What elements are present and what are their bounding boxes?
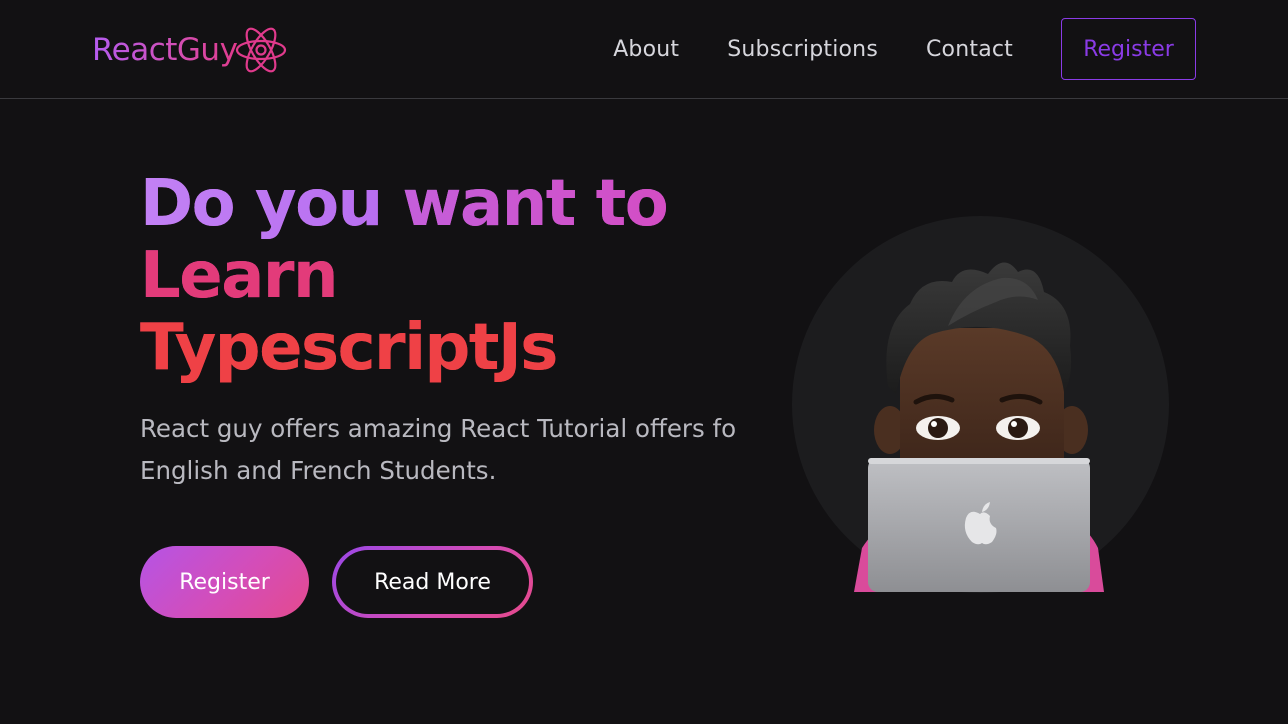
navbar: ReactGuy About Subscriptions Contact Reg… — [0, 0, 1288, 99]
hero-register-button[interactable]: Register — [140, 546, 309, 618]
hero-title-text-do-you: Do you — [140, 167, 383, 241]
memoji-avatar-with-laptop — [854, 262, 1104, 592]
nav-links: About Subscriptions Contact Register — [613, 18, 1196, 80]
hero-description-line-2: English and French Students. — [140, 456, 497, 485]
brand-name: ReactGuy — [92, 32, 238, 68]
hero-title-line-3: TypescriptJs — [140, 312, 667, 384]
hero-illustration — [792, 216, 1169, 593]
react-atom-icon — [236, 27, 287, 73]
nav-register-button[interactable]: Register — [1061, 18, 1196, 80]
nav-link-contact[interactable]: Contact — [926, 37, 1013, 62]
read-more-button[interactable]: Read More — [332, 546, 533, 618]
hero-title: Do you want to Learn TypescriptJs — [140, 167, 669, 384]
read-more-label: Read More — [336, 550, 529, 614]
hero-title-text-typescriptjs: TypescriptJs — [140, 311, 558, 385]
hero-title-line-2: Learn — [140, 240, 667, 312]
nav-link-about[interactable]: About — [613, 37, 679, 62]
hero-title-text-learn: Learn — [140, 239, 339, 313]
hero-description: React guy offers amazing React Tutorial … — [140, 408, 794, 492]
hero-title-line-1: Do you want to — [140, 167, 669, 241]
brand-logo[interactable]: ReactGuy — [92, 22, 289, 78]
nav-link-subscriptions[interactable]: Subscriptions — [727, 37, 878, 62]
hero-title-text-want-to: want to — [402, 167, 668, 241]
hero-description-line-1: React guy offers amazing React Tutorial … — [140, 414, 737, 443]
